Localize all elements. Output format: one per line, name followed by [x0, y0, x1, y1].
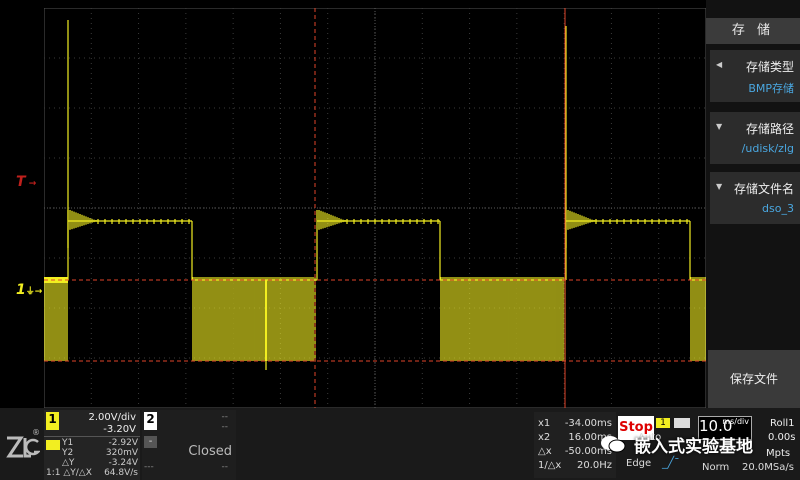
registered-mark: ® [32, 428, 40, 437]
cursor-row-y1: Y1 -2.92V [62, 438, 138, 448]
save-file-button[interactable]: 保存文件 [708, 350, 800, 408]
ch2-info-panel[interactable]: 2 -- -- - Closed --- -- [142, 410, 236, 480]
ch2-coupling: - [144, 436, 157, 448]
ch1-offset: -3.20V [103, 424, 136, 435]
menu-item-label: 存储文件名 [733, 182, 794, 196]
left-arrow-icon: ◀ [716, 60, 723, 69]
waveform-grid [44, 8, 706, 408]
ch2-offset: -- [221, 422, 229, 432]
storage-menu: 存 储 ◀ 存储类型 BMP存储 ▼ 存储路径 /udisk/zlg ▼ 存储文… [706, 0, 800, 408]
ch2-extra: -- [221, 462, 229, 472]
watermark: 嵌入式实验基地 [600, 432, 800, 458]
cursor-row-y2: Y2 320mV [62, 448, 138, 458]
ch1-ground-marker[interactable]: 1⏚→ [16, 282, 42, 298]
oscilloscope-screen: T → 1⏚→ 存 储 ◀ 存储类型 BMP存储 ▼ 存储路径 /udisk/z… [0, 0, 800, 480]
ch1-info-panel[interactable]: 1 2.00V/div -3.20V Y1 -2.92V Y2 320mV △Y -3… [44, 410, 140, 480]
dropdown-arrow-icon: ▼ [716, 182, 723, 191]
trigger-type[interactable]: Edge [626, 458, 651, 469]
trigger-source-badge[interactable]: 1 [656, 418, 670, 428]
menu-title: 存 储 [706, 18, 800, 44]
measurement-freq: 1/△x 20.0Hz [538, 460, 612, 471]
menu-item-value: /udisk/zlg [741, 142, 794, 155]
trigger-coupling-icon [674, 418, 690, 428]
watermark-text: 嵌入式实验基地 [634, 437, 753, 457]
ch1-badge[interactable]: 1 [46, 412, 59, 430]
ch2-probe: --- [144, 462, 154, 472]
measurement-x1: x1 -34.00ms [538, 418, 612, 429]
dropdown-arrow-icon: ▼ [716, 122, 723, 131]
menu-item-storage-path[interactable]: ▼ 存储路径 /udisk/zlg [710, 112, 800, 164]
menu-item-label: 存储路径 [745, 122, 794, 136]
acquire-mode: Norm [702, 462, 730, 473]
cursor-row-slope: 1:1 △Y/△X 64.8V/s [46, 468, 138, 478]
menu-item-value: BMP存储 [748, 82, 794, 95]
menu-item-storage-type[interactable]: ◀ 存储类型 BMP存储 [710, 50, 800, 102]
trigger-level-marker[interactable]: T → [16, 174, 36, 190]
ch2-volts-per-div: -- [221, 412, 229, 422]
cursor-mode-icon [46, 440, 60, 450]
roll-mode[interactable]: Roll1 [770, 418, 795, 429]
wechat-icon [601, 436, 626, 453]
timebase-unit: ms/div [722, 417, 749, 426]
menu-item-label: 存储类型 [745, 60, 794, 74]
sample-rate: 20.0MSa/s [742, 462, 794, 473]
waveform-display[interactable] [44, 8, 706, 408]
divider [44, 436, 140, 437]
ch2-state: Closed [188, 444, 232, 459]
menu-item-file-name[interactable]: ▼ 存储文件名 dso_3 [710, 172, 800, 224]
ch1-volts-per-div: 2.00V/div [88, 412, 136, 423]
ch2-badge[interactable]: 2 [144, 412, 157, 430]
menu-item-value: dso_3 [762, 202, 794, 215]
cursor-row-dy: △Y -3.24V [62, 458, 138, 468]
